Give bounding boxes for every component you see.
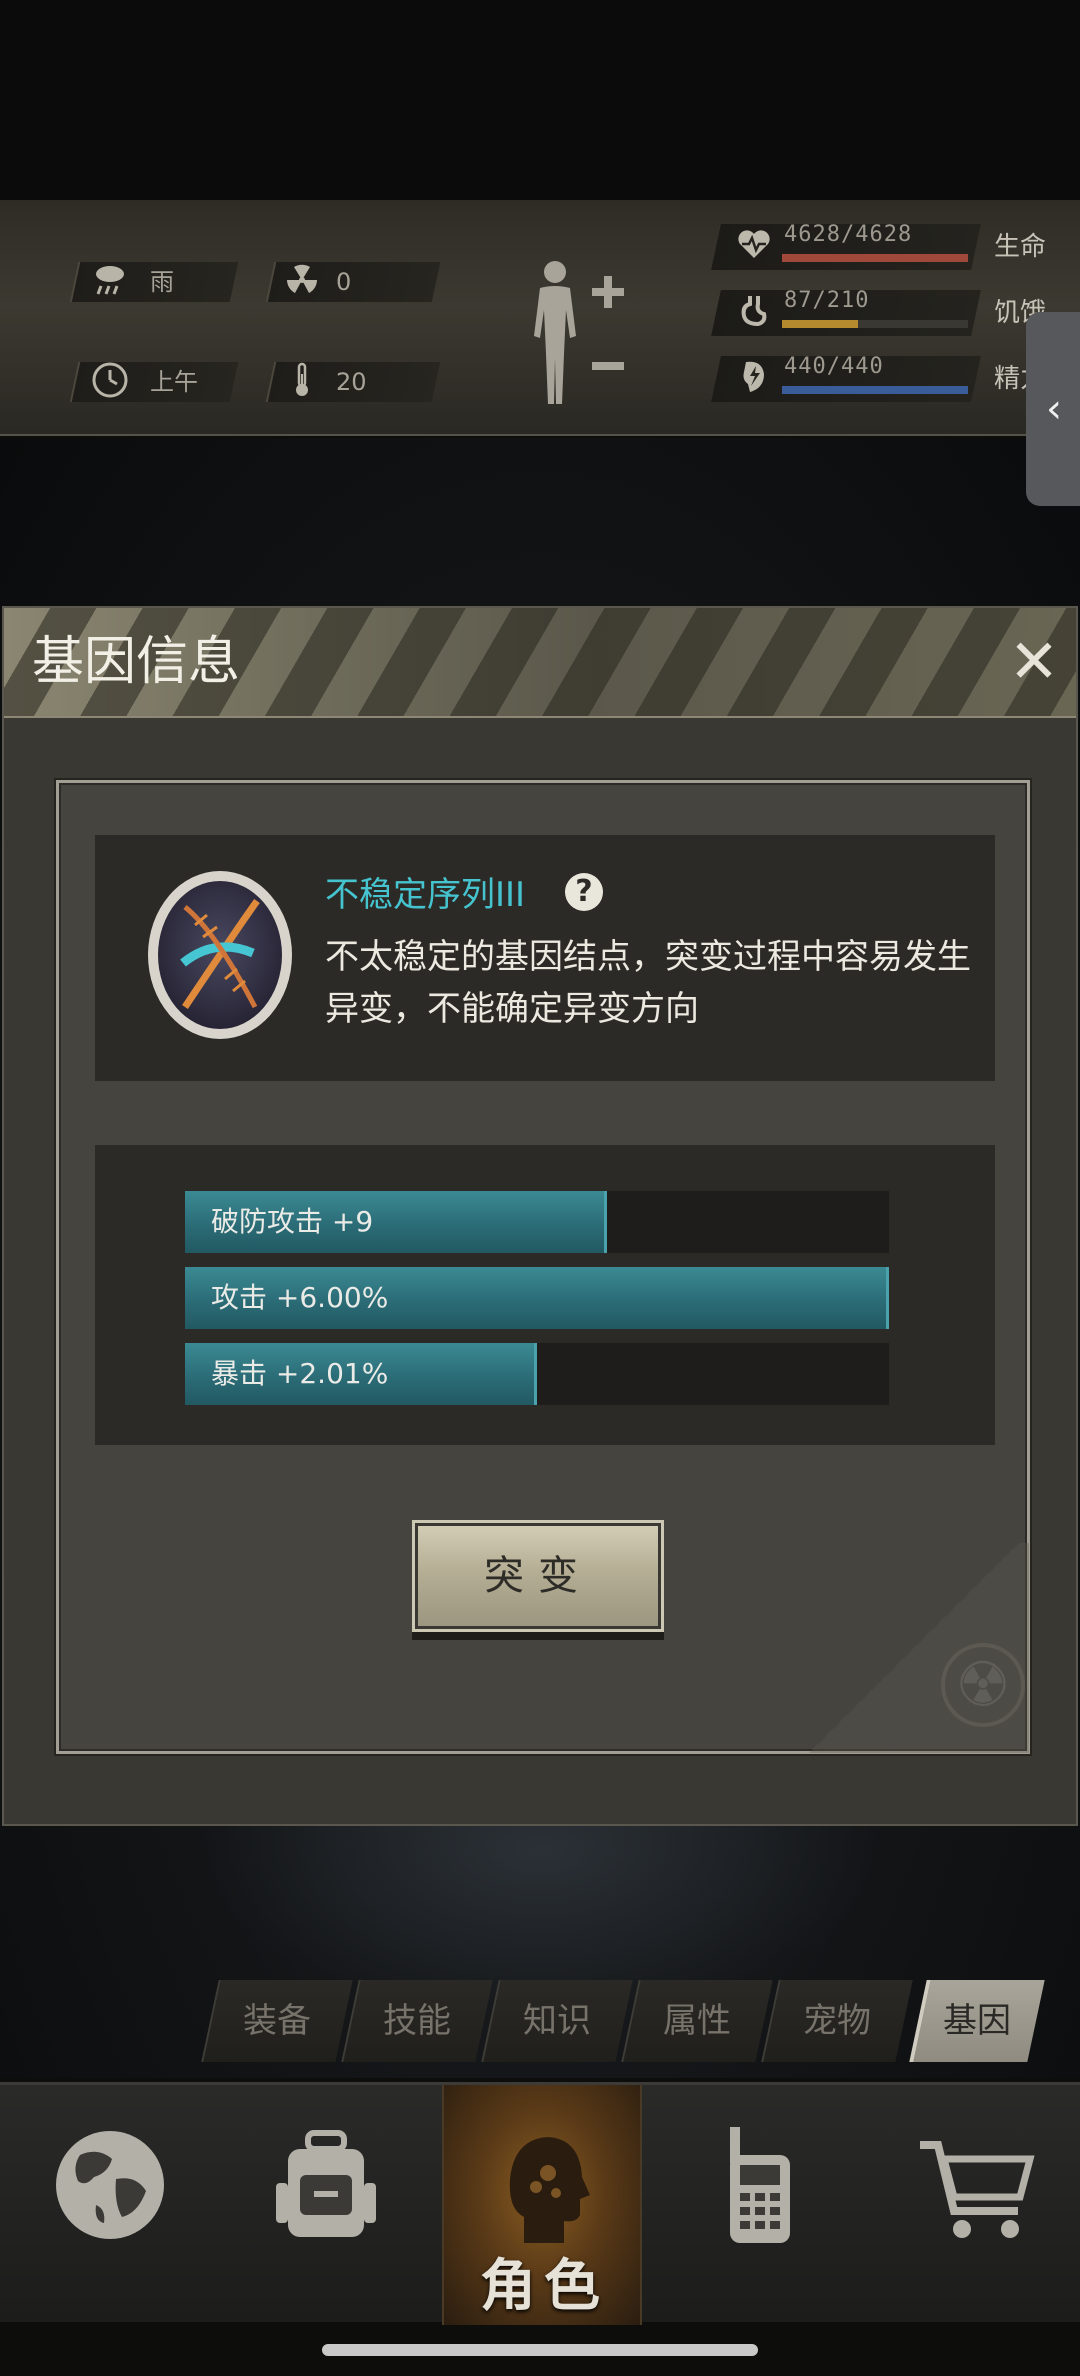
- tab-pets-label: 宠物: [803, 2001, 871, 2041]
- thermometer-icon: [282, 360, 322, 400]
- tab-knowledge-label: 知识: [523, 2001, 591, 2041]
- stat-label: 破防攻击 +9: [211, 1205, 374, 1238]
- dna-icon: [145, 867, 295, 1043]
- home-indicator[interactable]: [322, 2344, 758, 2356]
- close-button[interactable]: ✕: [1004, 632, 1064, 694]
- hunger-bar: [782, 320, 968, 328]
- nav-character-label: 角色: [480, 2254, 608, 2319]
- radio-icon: [700, 2125, 820, 2245]
- rain-icon: [90, 260, 130, 300]
- gene-name: 不稳定序列III: [325, 875, 526, 915]
- clock-icon: [90, 360, 130, 400]
- stomach-icon: [734, 292, 774, 332]
- energy-bar: [782, 386, 968, 394]
- nav-inventory[interactable]: [226, 2085, 426, 2325]
- cart-icon: [916, 2125, 1036, 2245]
- health-bar-fill: [782, 254, 968, 262]
- hunger-bar-fill: [782, 320, 859, 328]
- backpack-icon: [266, 2125, 386, 2245]
- chevron-left-icon: ‹: [1046, 386, 1062, 432]
- stat-bar-crit: 暴击 +2.01%: [185, 1343, 889, 1405]
- weather-label: 雨: [150, 268, 174, 296]
- gene-info-box: 不稳定序列III ? 不太稳定的基因结点，突变过程中容易发生异变，不能确定异变方…: [95, 835, 995, 1081]
- side-drawer-toggle[interactable]: ‹: [1026, 312, 1080, 506]
- character-subtabs: 装备 技能 知识 属性 宠物 基因: [200, 1980, 1060, 2062]
- radiation-icon: [282, 260, 322, 300]
- tab-equipment-label: 装备: [243, 2001, 311, 2041]
- vital-health: 4628/4628 生命: [711, 220, 1056, 274]
- tab-genes-label: 基因: [943, 2001, 1011, 2041]
- vital-hunger: 87/210 饥饿: [711, 286, 1056, 340]
- close-icon: ✕: [1008, 627, 1060, 697]
- stat-bar-attack: 攻击 +6.00%: [185, 1267, 889, 1329]
- radiation-watermark-icon: ☢: [941, 1643, 1025, 1727]
- heart-icon: [734, 226, 774, 266]
- hunger-value: 87/210: [784, 288, 870, 313]
- tab-attributes-label: 属性: [663, 2001, 731, 2041]
- bottom-navigation: 角色: [0, 2082, 1080, 2325]
- temperature-value: 20: [336, 368, 367, 396]
- globe-icon: [50, 2125, 170, 2245]
- dialog-header: 基因信息 ✕: [4, 608, 1076, 718]
- top-background: [0, 0, 1080, 200]
- nav-shop[interactable]: [876, 2085, 1076, 2325]
- gene-stats-box: 破防攻击 +9 攻击 +6.00% 暴击 +2.01%: [95, 1145, 995, 1445]
- nav-radio[interactable]: [660, 2085, 860, 2325]
- energy-bar-fill: [782, 386, 968, 394]
- nav-world[interactable]: [10, 2085, 210, 2325]
- time-label: 上午: [150, 368, 198, 396]
- vital-energy: 440/440 精力: [711, 352, 1056, 406]
- character-icon: [484, 2125, 604, 2245]
- mutate-button[interactable]: 突变: [415, 1523, 661, 1629]
- energy-value: 440/440: [784, 354, 884, 379]
- radiation-value: 0: [336, 268, 352, 296]
- help-icon[interactable]: ?: [565, 873, 603, 911]
- stat-label: 暴击 +2.01%: [211, 1357, 389, 1390]
- body-status-button[interactable]: [520, 258, 630, 408]
- human-figure-icon: [534, 261, 624, 404]
- stat-label: 攻击 +6.00%: [211, 1281, 389, 1314]
- nav-character[interactable]: 角色: [442, 2085, 642, 2325]
- gene-description: 不太稳定的基因结点，突变过程中容易发生异变，不能确定异变方向: [325, 937, 971, 1029]
- gene-info-dialog: 基因信息 ✕ 不稳定序列III ? 不太稳定的基因结点，突变过程中容易发生异变，…: [2, 606, 1078, 1826]
- health-value: 4628/4628: [784, 222, 913, 247]
- dialog-panel: 不稳定序列III ? 不太稳定的基因结点，突变过程中容易发生异变，不能确定异变方…: [56, 780, 1030, 1754]
- energy-icon: [734, 358, 774, 398]
- health-label: 生命: [994, 232, 1047, 262]
- tab-skills-label: 技能: [383, 2001, 451, 2041]
- stat-bar-break-attack: 破防攻击 +9: [185, 1191, 889, 1253]
- dialog-title: 基因信息: [32, 632, 241, 692]
- health-bar: [782, 254, 968, 262]
